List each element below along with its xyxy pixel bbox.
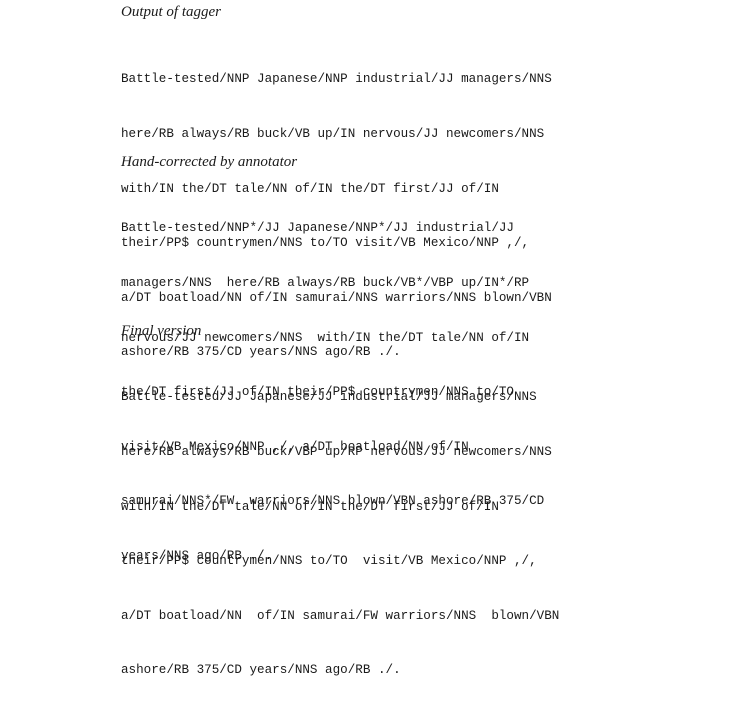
tagged-text-line: here/RB always/RB buck/VBP up/RP nervous… — [121, 445, 552, 460]
tagged-text-line: their/PP$ countrymen/NNS to/TO visit/VB … — [121, 554, 537, 569]
tagged-text-block-final-version: Battle-tested/JJ Japanese/JJ industrial/… — [121, 352, 559, 716]
section-heading-hand-corrected: Hand-corrected by annotator — [121, 154, 298, 170]
section-heading-final-version: Final version — [121, 323, 202, 339]
tagged-text-line: a/DT boatload/NN of/IN samurai/FW warrio… — [121, 608, 560, 623]
tagged-text-line: managers/NNS here/RB always/RB buck/VB*/… — [121, 276, 530, 291]
tagged-text-line: here/RB always/RB buck/VB up/IN nervous/… — [121, 127, 545, 142]
tagged-text-line: ashore/RB 375/CD years/NNS ago/RB ./. — [121, 663, 401, 678]
tagged-text-line: Battle-tested/NNP Japanese/NNP industria… — [121, 72, 552, 87]
tagged-text-line: with/IN the/DT tale/NN of/IN the/DT firs… — [121, 499, 499, 514]
section-heading-tagger-output: Output of tagger — [121, 4, 221, 20]
tagged-text-line: Battle-tested/NNP*/JJ Japanese/NNP*/JJ i… — [121, 221, 514, 236]
tagged-text-line: Battle-tested/JJ Japanese/JJ industrial/… — [121, 390, 537, 405]
